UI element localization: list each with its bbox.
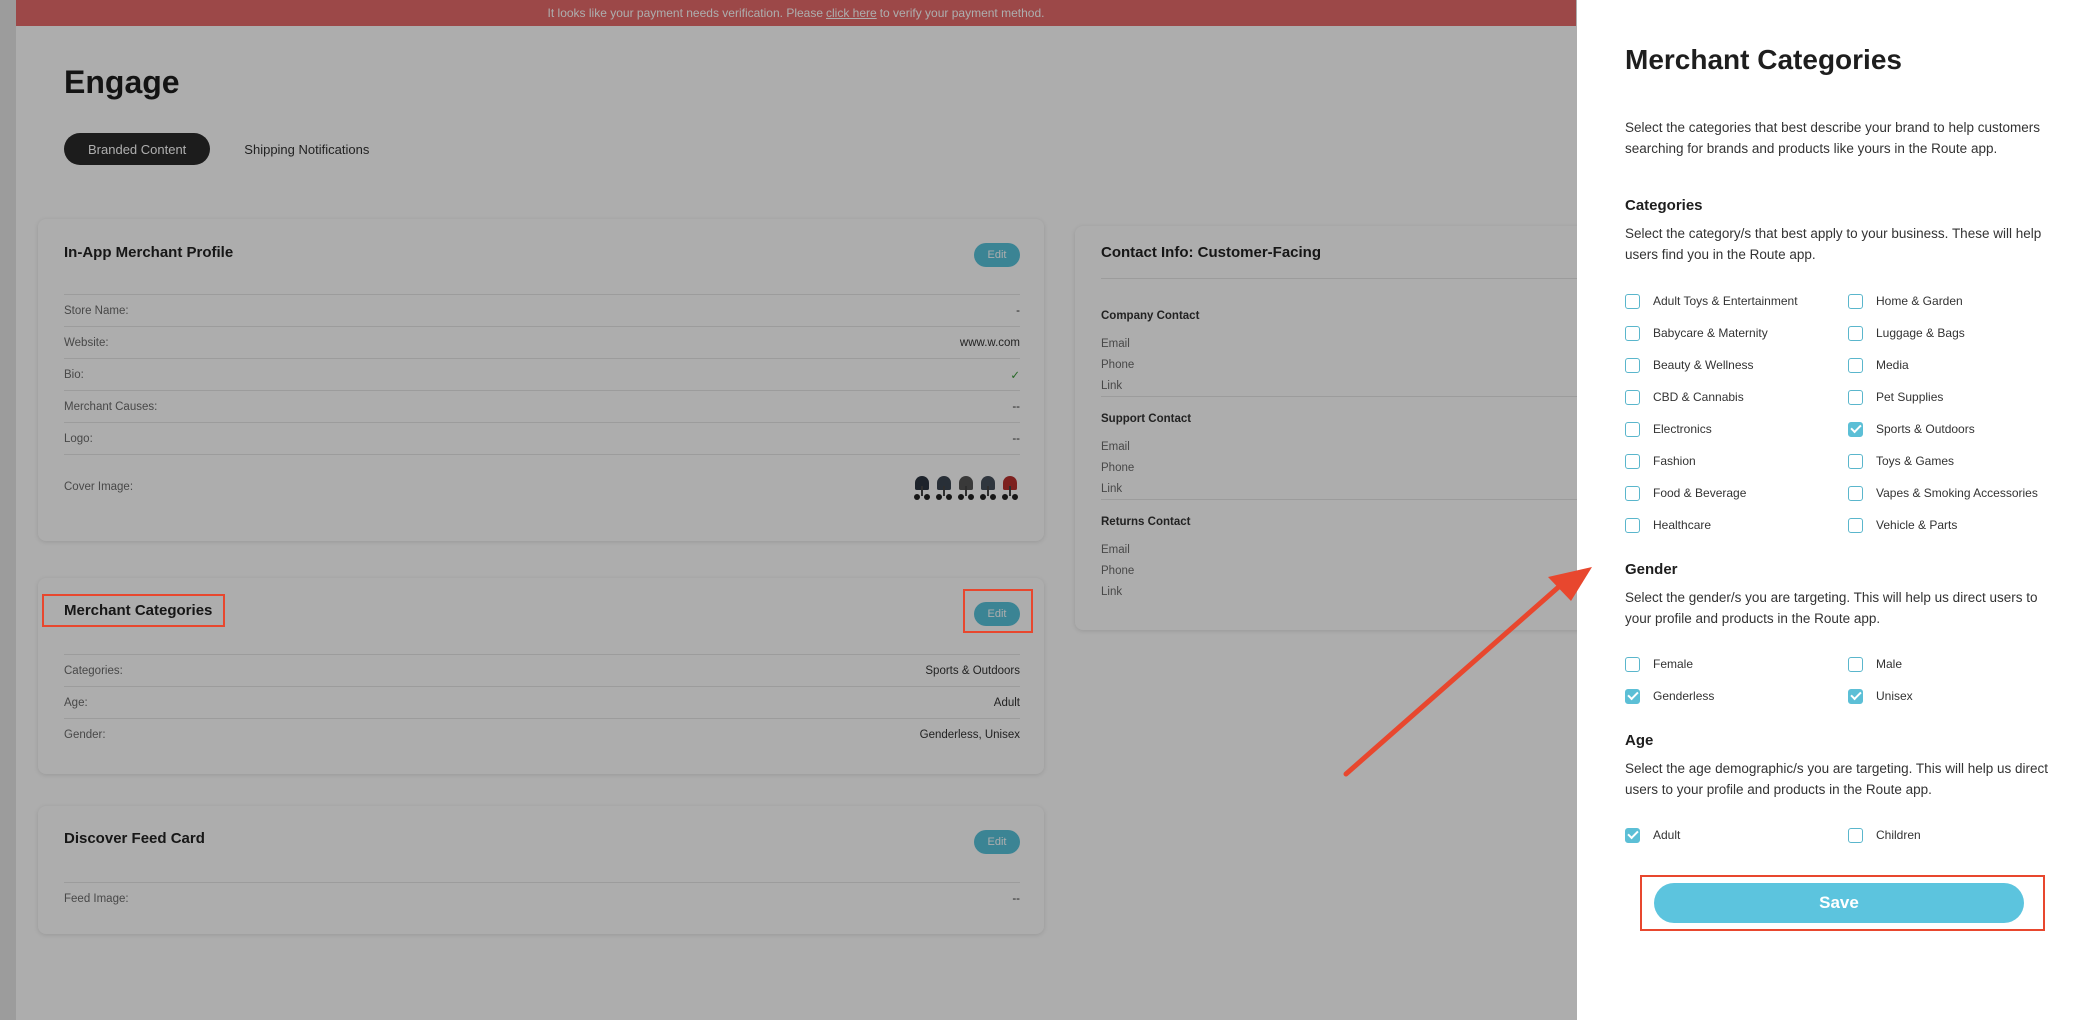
arrow-head: [1548, 567, 1592, 601]
annotation-arrow: [1343, 567, 1592, 777]
arrow-shaft: [1343, 581, 1565, 777]
